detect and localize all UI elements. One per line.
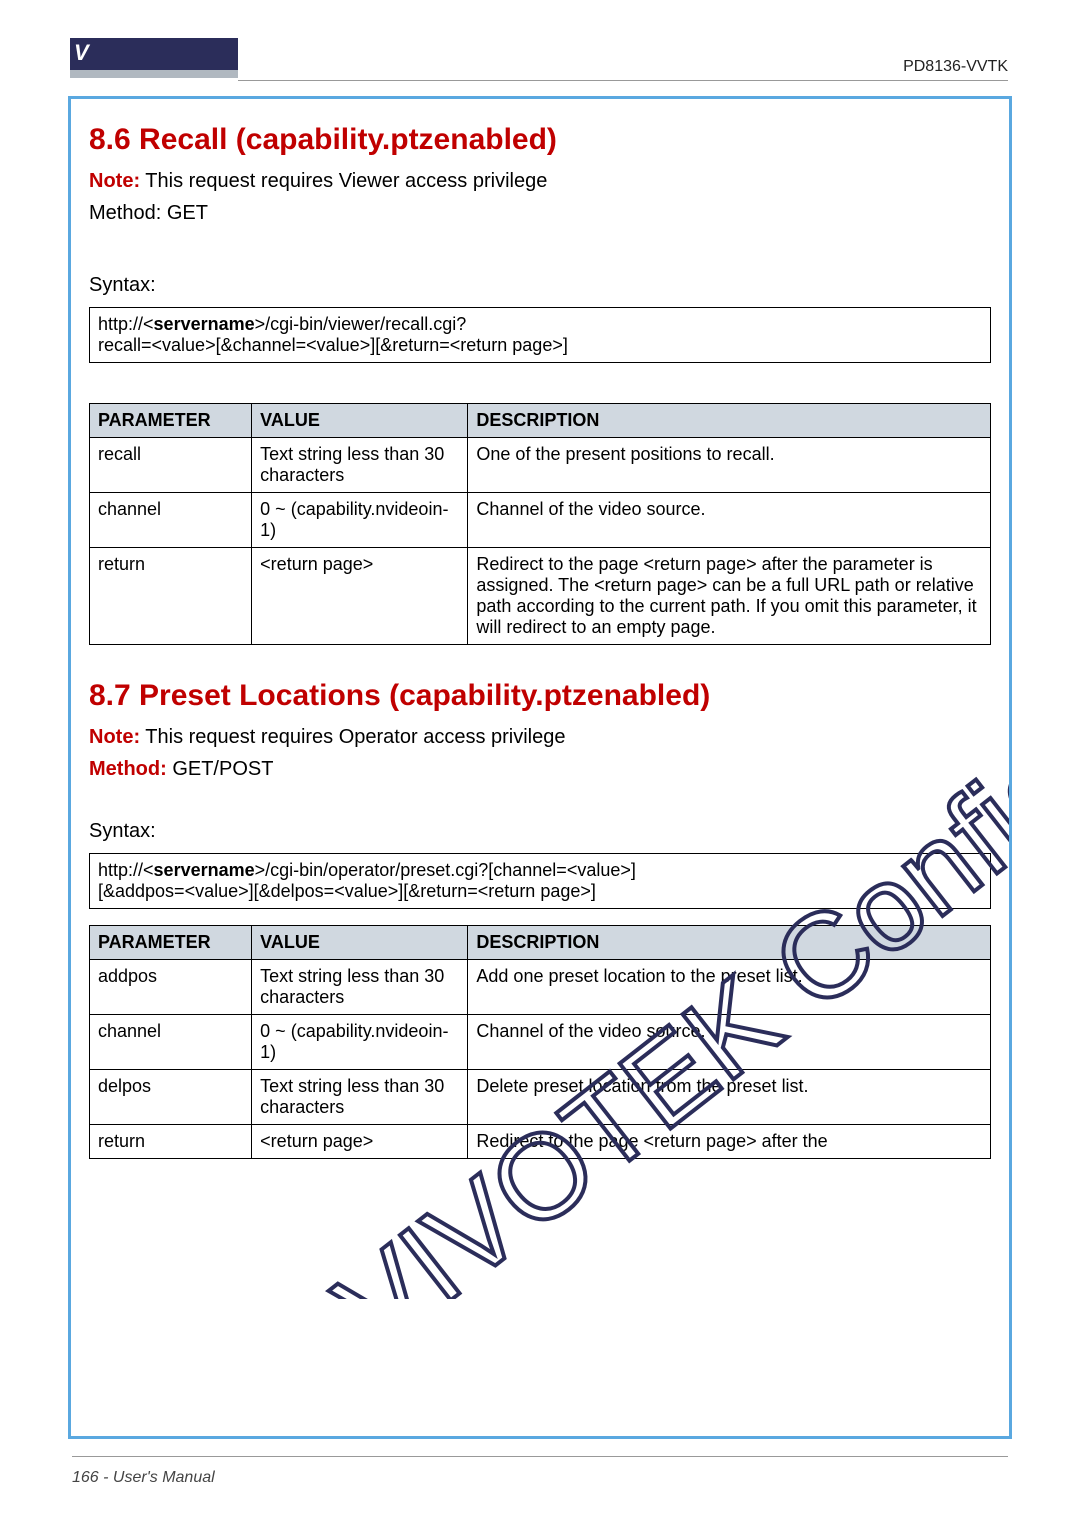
spacer (89, 909, 991, 919)
cell: Redirect to the page <return page> after… (468, 548, 991, 645)
header-rule (238, 80, 1008, 81)
cell: Add one preset location to the preset li… (468, 960, 991, 1015)
col-parameter: PARAMETER (90, 404, 252, 438)
cell: One of the present positions to recall. (468, 438, 991, 493)
section-86-title: 8.6 Recall (capability.ptzenabled) (89, 123, 991, 157)
table-row: recall Text string less than 30 characte… (90, 438, 991, 493)
cell: return (90, 548, 252, 645)
cell: Text string less than 30 characters (252, 438, 468, 493)
logo-underline (70, 70, 238, 78)
table-header-row: PARAMETER VALUE DESCRIPTION (90, 926, 991, 960)
spacer (89, 645, 991, 673)
table-87: PARAMETER VALUE DESCRIPTION addpos Text … (89, 925, 991, 1159)
syntax-87-box: http://<servername>/cgi-bin/operator/pre… (89, 853, 991, 909)
method-87: Method: GET/POST (89, 753, 991, 785)
note-87: Note: This request requires Operator acc… (89, 721, 991, 753)
logo-bar: V (70, 38, 238, 70)
cell: delpos (90, 1070, 252, 1125)
syntax-86-servername: servername (154, 314, 255, 334)
spacer (89, 229, 991, 269)
syntax-86-label: Syntax: (89, 269, 991, 301)
table-row: channel 0 ~ (capability.nvideoin-1) Chan… (90, 1015, 991, 1070)
note-86-text: This request requires Viewer access priv… (140, 170, 547, 192)
cell: 0 ~ (capability.nvideoin-1) (252, 493, 468, 548)
table-row: delpos Text string less than 30 characte… (90, 1070, 991, 1125)
note-label: Note: (89, 721, 140, 753)
model-code: PD8136-VVTK (903, 58, 1008, 76)
cell: channel (90, 493, 252, 548)
table-row: return <return page> Redirect to the pag… (90, 548, 991, 645)
syntax-86-box: http://<servername>/cgi-bin/viewer/recal… (89, 307, 991, 363)
section-87-title: 8.7 Preset Locations (capability.ptzenab… (89, 679, 991, 713)
cell: Delete preset location from the preset l… (468, 1070, 991, 1125)
col-description: DESCRIPTION (468, 404, 991, 438)
syntax-87-line2: [&addpos=<value>][&delpos=<value>][&retu… (98, 881, 596, 901)
syntax-87-prefix: http://< (98, 860, 154, 880)
cell: 0 ~ (capability.nvideoin-1) (252, 1015, 468, 1070)
table-row: return <return page> Redirect to the pag… (90, 1125, 991, 1159)
cell: Text string less than 30 characters (252, 1070, 468, 1125)
cell: Redirect to the page <return page> after… (468, 1125, 991, 1159)
spacer (89, 785, 991, 815)
syntax-86-line2: recall=<value>[&channel=<value>][&return… (98, 335, 568, 355)
method-label: Method: (89, 753, 167, 785)
document-frame: VIVOTEK Confidential 8.6 Recall (capabil… (68, 96, 1012, 1439)
logo-v: V (74, 40, 89, 66)
col-value: VALUE (252, 404, 468, 438)
method-86: Method: GET (89, 197, 991, 229)
table-row: addpos Text string less than 30 characte… (90, 960, 991, 1015)
cell: Channel of the video source. (468, 1015, 991, 1070)
note-86: Note: This request requires Viewer acces… (89, 165, 991, 197)
cell: return (90, 1125, 252, 1159)
cell: recall (90, 438, 252, 493)
cell: Text string less than 30 characters (252, 960, 468, 1015)
cell: Channel of the video source. (468, 493, 991, 548)
note-87-text: This request requires Operator access pr… (140, 726, 565, 748)
col-description: DESCRIPTION (468, 926, 991, 960)
syntax-87-label: Syntax: (89, 815, 991, 847)
cell: <return page> (252, 548, 468, 645)
method-87-value: GET/POST (167, 758, 274, 780)
col-value: VALUE (252, 926, 468, 960)
cell: <return page> (252, 1125, 468, 1159)
syntax-87-servername: servername (154, 860, 255, 880)
table-86: PARAMETER VALUE DESCRIPTION recall Text … (89, 403, 991, 645)
note-label: Note: (89, 165, 140, 197)
footer-rule (72, 1456, 1008, 1457)
table-header-row: PARAMETER VALUE DESCRIPTION (90, 404, 991, 438)
spacer (89, 363, 991, 397)
syntax-86-suffix: >/cgi-bin/viewer/recall.cgi? (255, 314, 467, 334)
syntax-86-prefix: http://< (98, 314, 154, 334)
table-row: channel 0 ~ (capability.nvideoin-1) Chan… (90, 493, 991, 548)
footer-text: 166 - User's Manual (72, 1469, 215, 1487)
col-parameter: PARAMETER (90, 926, 252, 960)
cell: addpos (90, 960, 252, 1015)
cell: channel (90, 1015, 252, 1070)
syntax-87-suffix: >/cgi-bin/operator/preset.cgi?[channel=<… (255, 860, 636, 880)
